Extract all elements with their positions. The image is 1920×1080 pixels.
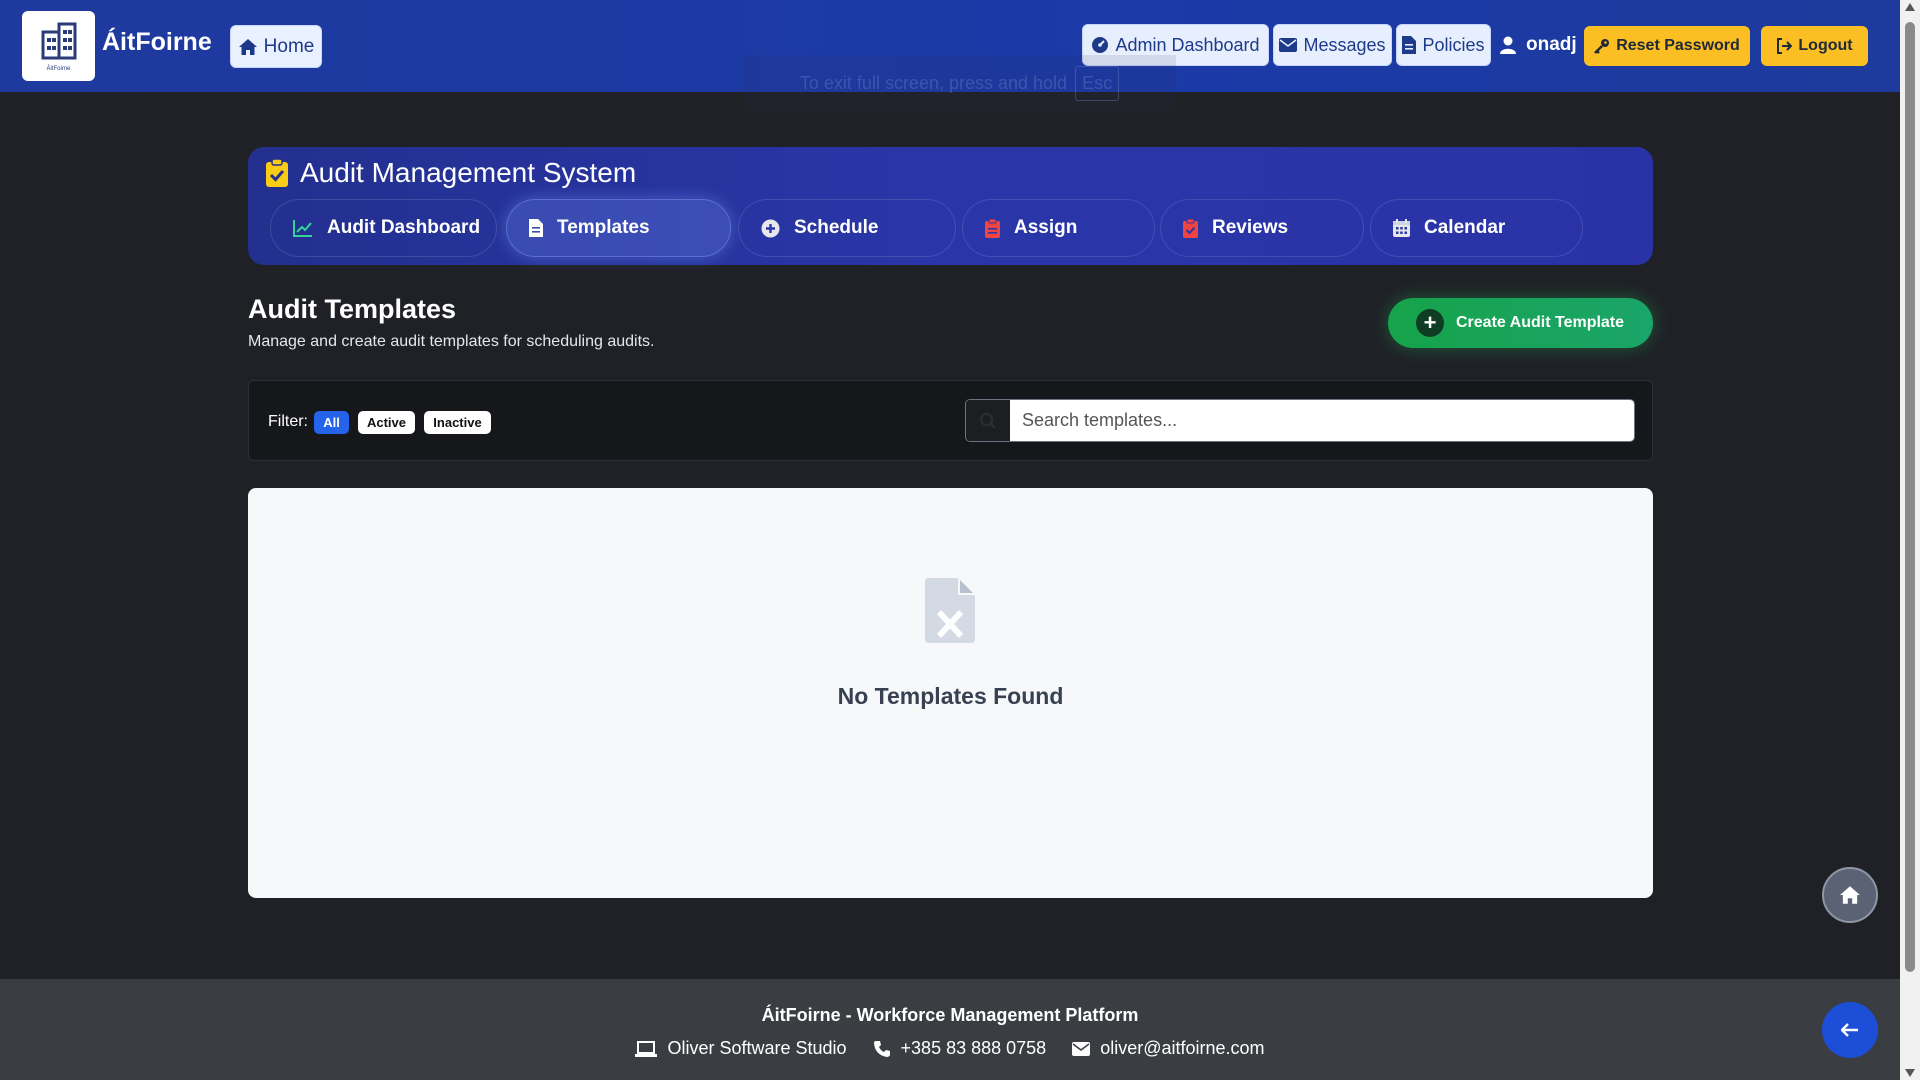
footer-info: Oliver Software Studio +385 83 888 0758 … <box>0 1038 1900 1059</box>
back-button[interactable] <box>1822 1002 1878 1058</box>
file-icon <box>529 219 543 237</box>
page-scrollbar[interactable] <box>1900 0 1920 1080</box>
messages-label: Messages <box>1303 34 1386 55</box>
tab-label: Reviews <box>1212 217 1289 238</box>
footer-title: ÁitFoirne - Workforce Management Platfor… <box>761 1005 1139 1025</box>
footer: ÁitFoirne - Workforce Management Platfor… <box>0 979 1900 1080</box>
envelope-icon <box>1072 1041 1091 1056</box>
tab-label: Assign <box>1014 217 1078 238</box>
footer-company-text: Oliver Software Studio <box>667 1038 847 1058</box>
calendar-icon <box>1393 219 1410 237</box>
clipboard-check-icon <box>266 159 288 187</box>
fullscreen-hint-key: Esc <box>1075 65 1120 101</box>
arrow-left-icon <box>1841 1023 1858 1037</box>
username: onadj <box>1526 34 1577 55</box>
user-icon <box>1500 36 1516 54</box>
tab-label: Schedule <box>794 217 879 238</box>
brand-name[interactable]: ÁitFoirne <box>102 28 212 57</box>
footer-phone[interactable]: +385 83 888 0758 <box>873 1038 1047 1059</box>
chart-line-icon <box>293 220 312 237</box>
laptop-icon <box>635 1040 658 1057</box>
tab-label: Audit Dashboard <box>327 217 481 238</box>
audit-title-text: Audit Management System <box>300 157 637 188</box>
logout-icon <box>1777 38 1793 54</box>
clipboard-icon <box>985 218 1000 238</box>
footer-email-text: oliver@aitfoirne.com <box>1100 1038 1265 1058</box>
file-excel-icon <box>925 578 975 648</box>
scroll-down-icon[interactable] <box>1905 1069 1915 1077</box>
page-title: Audit Templates <box>248 294 457 324</box>
footer-phone-text: +385 83 888 0758 <box>900 1038 1047 1058</box>
filter-active-chip[interactable]: Active <box>358 411 415 434</box>
create-audit-template-label: Create Audit Template <box>1456 314 1625 331</box>
tab-templates[interactable]: Templates <box>506 199 731 257</box>
filter-inactive-chip[interactable]: Inactive <box>424 411 491 434</box>
reset-password-label: Reset Password <box>1616 37 1740 54</box>
fullscreen-hint-text: To exit full screen, press and hold <box>799 72 1068 93</box>
floating-home-button[interactable] <box>1822 867 1878 923</box>
tab-schedule[interactable]: Schedule <box>738 199 956 257</box>
gauge-icon <box>1092 37 1109 53</box>
scroll-thumb[interactable] <box>1905 22 1915 972</box>
tab-label: Templates <box>557 217 650 238</box>
reset-password-button[interactable]: Reset Password <box>1584 26 1750 66</box>
phone-icon <box>873 1040 890 1057</box>
search-input[interactable] <box>1010 400 1634 441</box>
home-button[interactable]: Home <box>230 25 322 68</box>
audit-title: Audit Management System <box>266 157 636 189</box>
templates-empty-card: No Templates Found <box>248 488 1653 898</box>
filter-bar: Filter: All Active Inactive <box>248 380 1653 461</box>
fullscreen-hint: To exit full screen, press and hold Esc <box>743 55 1176 111</box>
document-icon <box>1402 36 1417 54</box>
footer-company: Oliver Software Studio <box>635 1038 847 1059</box>
tab-label: Calendar <box>1424 217 1506 238</box>
search-icon <box>966 400 1010 441</box>
footer-email[interactable]: oliver@aitfoirne.com <box>1072 1038 1265 1059</box>
policies-button[interactable]: Policies <box>1396 24 1491 66</box>
empty-state-message: No Templates Found <box>837 683 1064 709</box>
create-audit-template-button[interactable]: + Create Audit Template <box>1388 298 1653 348</box>
search-box <box>965 399 1635 442</box>
messages-button[interactable]: Messages <box>1273 24 1392 66</box>
tab-assign[interactable]: Assign <box>962 199 1155 257</box>
page-subtitle: Manage and create audit templates for sc… <box>248 333 655 350</box>
home-icon <box>238 38 257 55</box>
home-icon <box>1840 886 1860 904</box>
clipboard-check-icon <box>1183 218 1198 238</box>
plus-icon: + <box>1416 309 1444 337</box>
key-icon <box>1594 39 1610 54</box>
home-label: Home <box>263 35 315 57</box>
scroll-up-icon[interactable] <box>1905 3 1915 11</box>
policies-label: Policies <box>1422 34 1485 55</box>
logout-button[interactable]: Logout <box>1761 26 1868 66</box>
audit-header-card: Audit Management System Audit Dashboard … <box>248 147 1653 265</box>
filter-all-chip[interactable]: All <box>314 411 349 434</box>
user-menu[interactable]: onadj <box>1500 34 1577 56</box>
logo-text: ÁitFoirne <box>46 66 71 72</box>
tab-calendar[interactable]: Calendar <box>1370 199 1583 257</box>
building-icon <box>41 22 76 60</box>
admin-dashboard-label: Admin Dashboard <box>1115 34 1260 55</box>
tab-audit-dashboard[interactable]: Audit Dashboard <box>270 199 497 257</box>
filter-label: Filter: <box>268 413 308 430</box>
logout-label: Logout <box>1798 37 1853 54</box>
app-logo[interactable]: ÁitFoirne <box>22 11 95 81</box>
tab-reviews[interactable]: Reviews <box>1160 199 1364 257</box>
plus-circle-icon <box>761 219 780 237</box>
envelope-icon <box>1279 38 1298 52</box>
